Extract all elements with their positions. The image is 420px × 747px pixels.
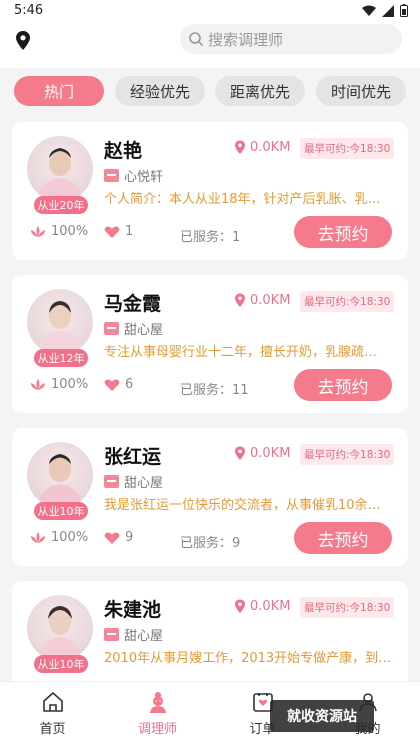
served-count: 已服务：1 [180, 230, 241, 245]
served-count: 已服务：11 [180, 383, 249, 398]
shop-icon [104, 322, 119, 335]
book-button[interactable]: 去预约 [294, 216, 392, 248]
therapist-card[interactable]: 从业20年 赵艳 0.0KM 最早可约:今18:30 心悦轩 个人简介：本人从业… [12, 122, 408, 260]
earliest-available: 最早可约:今18:30 [300, 291, 395, 312]
shop-name: 甜心屋 [124, 476, 164, 491]
likes: 6 [104, 377, 133, 392]
lotus-icon [31, 378, 45, 390]
shop-icon [104, 169, 119, 182]
tab-home[interactable]: 首页 [0, 682, 105, 747]
shop: 甜心屋 [104, 625, 163, 644]
distance-text: 0.0KM [250, 599, 291, 614]
filter-hot[interactable]: 热门 [14, 76, 104, 106]
book-button[interactable]: 去预约 [294, 522, 392, 554]
lotus-icon [31, 225, 45, 237]
watermark: 就收资源站 [270, 700, 374, 732]
distance: 0.0KM [234, 599, 290, 614]
shop: 心悦轩 [104, 166, 163, 185]
status-bar: 5:46 [0, 0, 420, 24]
shop-name: 甜心屋 [124, 629, 164, 644]
book-button[interactable]: 去预约 [294, 369, 392, 401]
heart-icon [104, 531, 120, 544]
shop-icon [104, 628, 119, 641]
lotus-icon [31, 531, 45, 543]
rating-text: 100% [51, 377, 89, 392]
tab-label: 首页 [39, 722, 66, 737]
filter-bar: 热门 经验优先 距离优先 时间优先 [0, 68, 420, 116]
avatar [27, 595, 93, 661]
likes-count: 6 [125, 377, 134, 392]
served-count: 已服务：9 [180, 536, 241, 551]
pin-icon [235, 140, 245, 154]
system-icons [362, 4, 408, 17]
filter-time[interactable]: 时间优先 [316, 76, 406, 106]
likes: 1 [104, 224, 133, 239]
avatar [27, 136, 93, 202]
likes-count: 9 [125, 530, 134, 545]
heart-icon [104, 225, 120, 238]
filter-distance[interactable]: 距离优先 [215, 76, 305, 106]
therapist-card[interactable]: 从业12年 马金霞 0.0KM 最早可约:今18:30 甜心屋 专注从事母婴行业… [12, 275, 408, 413]
likes-count: 1 [125, 224, 134, 239]
therapist-name: 朱建池 [104, 599, 162, 621]
earliest-available: 最早可约:今18:30 [300, 444, 395, 465]
shop-name: 甜心屋 [124, 323, 164, 338]
earliest-available: 最早可约:今18:30 [300, 138, 395, 159]
distance: 0.0KM [234, 293, 290, 308]
home-icon [42, 692, 63, 712]
heart-icon [104, 378, 120, 391]
experience-badge: 从业12年 [34, 349, 88, 367]
shop-icon [104, 475, 119, 488]
distance-text: 0.0KM [250, 446, 291, 461]
filter-experience[interactable]: 经验优先 [115, 76, 205, 106]
rating-text: 100% [51, 530, 89, 545]
rating-text: 100% [51, 224, 89, 239]
likes: 9 [104, 530, 133, 545]
status-time: 5:46 [14, 3, 44, 18]
avatar [27, 442, 93, 508]
therapist-name: 赵艳 [104, 140, 143, 162]
distance: 0.0KM [234, 140, 290, 155]
experience-badge: 从业20年 [34, 196, 88, 214]
experience-badge: 从业10年 [34, 502, 88, 520]
intro-text: 我是张红运一位快乐的交流者，从事催乳10余… [104, 498, 381, 513]
tab-label: 调理师 [137, 722, 177, 737]
intro-text: 个人简介：本人从业18年，针对产后乳胀、乳… [104, 192, 381, 207]
shop: 甜心屋 [104, 472, 163, 491]
header: 搜索调理师 [0, 24, 420, 68]
rating: 100% [30, 530, 88, 545]
intro-text: 2010年从事月嫂工作，2013开始专做产康，到… [104, 651, 392, 666]
pin-icon [235, 446, 245, 460]
earliest-available: 最早可约:今18:30 [300, 597, 395, 618]
therapist-name: 马金霞 [104, 293, 162, 315]
rating: 100% [30, 377, 88, 392]
location-icon[interactable] [14, 30, 32, 52]
wifi-icon [362, 5, 376, 16]
shop: 甜心屋 [104, 319, 163, 338]
therapist-card[interactable]: 从业10年 张红运 0.0KM 最早可约:今18:30 甜心屋 我是张红运一位快… [12, 428, 408, 566]
signal-icon [382, 4, 394, 17]
therapist-icon [149, 692, 166, 713]
tab-therapist[interactable]: 调理师 [105, 682, 210, 747]
intro-text: 专注从事母婴行业十二年，擅长开奶，乳腺疏… [104, 345, 378, 360]
distance: 0.0KM [234, 446, 290, 461]
distance-text: 0.0KM [250, 140, 291, 155]
therapist-name: 张红运 [104, 446, 162, 468]
pin-icon [235, 293, 245, 307]
distance-text: 0.0KM [250, 293, 291, 308]
search-icon [189, 32, 204, 47]
experience-badge: 从业10年 [34, 655, 88, 673]
battery-icon [400, 4, 408, 17]
search-bar[interactable]: 搜索调理师 [180, 24, 402, 54]
pin-icon [235, 599, 245, 613]
shop-name: 心悦轩 [124, 170, 164, 185]
rating: 100% [30, 224, 88, 239]
avatar [27, 289, 93, 355]
search-input[interactable]: 搜索调理师 [208, 29, 283, 50]
